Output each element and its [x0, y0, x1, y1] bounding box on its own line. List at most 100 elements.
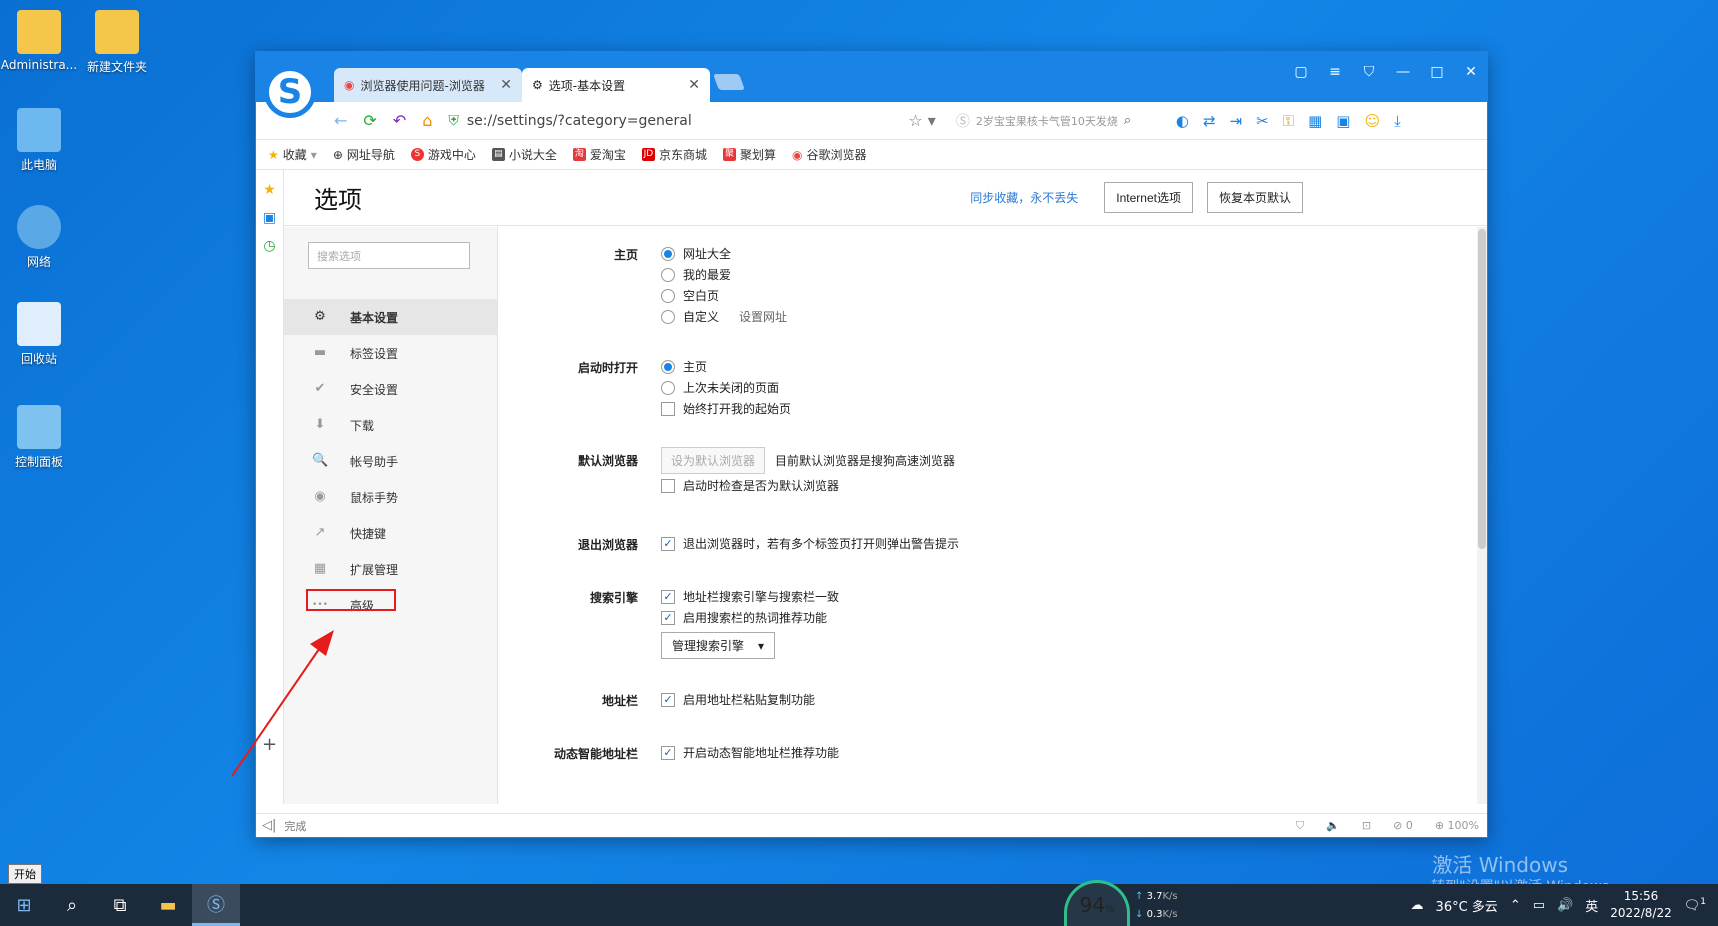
bookmark-nav[interactable]: ⊕ 网址导航 [333, 146, 395, 163]
radio-startup-home[interactable]: 主页 [661, 356, 791, 377]
radio-control[interactable] [661, 246, 675, 261]
search-icon[interactable]: ⌕ [1124, 113, 1131, 128]
checkbox[interactable]: ✓ [661, 610, 675, 625]
radio-control[interactable] [661, 267, 675, 282]
undo-icon[interactable]: ↶ [393, 111, 406, 130]
nav-shortcuts[interactable]: ↗ 快捷键 [284, 515, 497, 551]
radio-control[interactable] [661, 380, 675, 395]
minimize-icon[interactable]: — [1393, 64, 1413, 80]
checkbox[interactable]: ✓ [661, 745, 675, 760]
maximize-icon[interactable]: □ [1427, 64, 1447, 80]
screenshot-icon[interactable]: ✂ [1256, 112, 1269, 130]
bookmark-chrome[interactable]: ◉ 谷歌浏览器 [792, 146, 867, 163]
nav-account-helper[interactable]: 🔍 帐号助手 [284, 443, 497, 479]
check-exit-warning[interactable]: ✓ 退出浏览器时，若有多个标签页打开则弹出警告提示 [661, 533, 959, 554]
bookmark-juhuasuan[interactable]: 聚聚划算 [722, 146, 776, 163]
bookmark-taobao[interactable]: 淘爱淘宝 [572, 146, 626, 163]
checkbox[interactable]: ✓ [661, 536, 675, 551]
zoom-control[interactable]: ⊕ 100% [1435, 819, 1479, 833]
manage-search-engine-dropdown[interactable]: 管理搜索引擎 ▾ [661, 632, 776, 659]
notification-icon[interactable]: 🗨1 [1684, 897, 1706, 913]
nav-download[interactable]: ⬇ 下载 [284, 407, 497, 443]
bookmark-games[interactable]: S 游戏中心 [410, 146, 476, 163]
mute-icon[interactable]: 🔈 [1326, 819, 1340, 833]
close-tab-icon[interactable]: ✕ [500, 77, 512, 93]
desktop-icon-recycle-bin[interactable]: 回收站 [0, 302, 84, 367]
nav-tab-settings[interactable]: ▬ 标签设置 [284, 335, 497, 371]
windows-start-icon[interactable]: ⊞ [0, 884, 48, 926]
nav-mouse-gesture[interactable]: ◉ 鼠标手势 [284, 479, 497, 515]
search-icon[interactable]: ⌕ [48, 884, 96, 926]
internet-options-button[interactable]: Internet选项 [1104, 182, 1193, 213]
adblock-badge[interactable]: ⊘ 0 [1393, 819, 1413, 833]
volume-icon[interactable]: 🔊 [1557, 898, 1573, 913]
restore-defaults-button[interactable]: 恢复本页默认 [1206, 182, 1303, 213]
tab-count-icon[interactable]: ▢ [1291, 64, 1311, 80]
desktop-icon-this-pc[interactable]: 此电脑 [0, 108, 84, 173]
notes-icon[interactable]: ▣ [256, 210, 283, 226]
extension-icon[interactable]: ◐ [1176, 112, 1189, 130]
check-hot-words[interactable]: ✓ 启用搜索栏的热词推荐功能 [661, 607, 839, 628]
sync-link[interactable]: 同步收藏，永不丢失 [970, 189, 1078, 206]
bookmark-novels[interactable]: ▤ 小说大全 [491, 146, 557, 163]
check-always-start[interactable]: 始终打开我的起始页 [661, 398, 791, 419]
close-tab-icon[interactable]: ✕ [688, 77, 700, 93]
radio-homepage-blank[interactable]: 空白页 [661, 285, 787, 306]
close-icon[interactable]: ✕ [1461, 64, 1481, 80]
checkbox[interactable]: ✓ [661, 589, 675, 604]
checkbox[interactable] [661, 478, 675, 493]
skin-icon[interactable]: ⛉ [1359, 64, 1379, 80]
desktop-icon-new-folder[interactable]: 新建文件夹 [72, 10, 162, 75]
login-icon[interactable]: ⇥ [1230, 112, 1243, 130]
check-paste-copy[interactable]: ✓ 启用地址栏粘贴复制功能 [661, 689, 815, 710]
tab-help[interactable]: ◉ 浏览器使用问题-浏览器 ✕ [334, 68, 522, 102]
file-explorer-icon[interactable]: ▬ [144, 884, 192, 926]
reload-icon[interactable]: ⟳ [363, 111, 376, 130]
sogou-browser-taskbar-icon[interactable]: Ⓢ [192, 884, 240, 926]
check-default-on-start[interactable]: 启动时检查是否为默认浏览器 [661, 475, 955, 496]
tray-expand-icon[interactable]: ⌃ [1510, 898, 1521, 913]
bookmark-jd[interactable]: JD 京东商城 [641, 146, 707, 163]
search-options-input[interactable]: 搜索选项 [308, 242, 470, 269]
set-default-button[interactable]: 设为默认浏览器 [661, 446, 766, 474]
window-icon[interactable]: ▣ [1336, 112, 1350, 130]
download-icon[interactable]: ⤓ [1394, 112, 1401, 130]
security-shield-icon[interactable]: ⛉ [1296, 819, 1304, 833]
history-clock-icon[interactable]: ◷ [256, 238, 283, 254]
radio-homepage-all[interactable]: 网址大全 [661, 243, 787, 264]
new-tab-button[interactable] [713, 74, 745, 90]
checkbox[interactable] [661, 401, 675, 416]
nav-advanced[interactable]: ••• 高级 [284, 587, 497, 623]
sogou-logo-icon[interactable]: S [264, 66, 316, 118]
radio-control[interactable] [661, 309, 675, 324]
nav-extensions[interactable]: ▦ 扩展管理 [284, 551, 497, 587]
task-view-icon[interactable]: ⧉ [96, 884, 144, 926]
bookmark-star-icon[interactable]: ☆ ▾ [908, 111, 935, 130]
emoji-icon[interactable]: ☺ [1364, 112, 1380, 130]
radio-homepage-fav[interactable]: 我的最爱 [661, 264, 787, 285]
desktop-icon-network[interactable]: 网络 [0, 205, 84, 270]
nav-security[interactable]: ✔ 安全设置 [284, 371, 497, 407]
set-url-link[interactable]: 设置网址 [739, 308, 787, 325]
network-tray-icon[interactable]: ▭ [1533, 898, 1545, 913]
check-search-sync[interactable]: ✓ 地址栏搜索引擎与搜索栏一致 [661, 586, 839, 607]
scrollbar-thumb[interactable] [1478, 229, 1486, 549]
key-icon[interactable]: ⚿ [1283, 112, 1294, 130]
check-smart-addr[interactable]: ✓ 开启动态智能地址栏推荐功能 [661, 742, 839, 763]
home-icon[interactable]: ⌂ [422, 111, 432, 130]
ime-indicator[interactable]: 英 [1585, 896, 1598, 915]
scrollbar[interactable] [1477, 227, 1487, 804]
tab-options[interactable]: ⚙ 选项-基本设置 ✕ [522, 68, 710, 102]
weather-text[interactable]: 36°C 多云 [1436, 896, 1498, 915]
back-icon[interactable]: ← [334, 111, 347, 130]
radio-control[interactable] [661, 359, 675, 374]
desktop-icon-control-panel[interactable]: 控制面板 [0, 405, 84, 470]
nav-basic-settings[interactable]: ⚙ 基本设置 [284, 299, 497, 335]
menu-icon[interactable]: ≡ [1325, 64, 1345, 80]
address-bar[interactable]: ⛨ se://settings/?category=general [448, 113, 908, 129]
clock[interactable]: 15:56 2022/8/22 [1610, 888, 1672, 922]
radio-control[interactable] [661, 288, 675, 303]
radio-startup-restore[interactable]: 上次未关闭的页面 [661, 377, 791, 398]
checkbox[interactable]: ✓ [661, 692, 675, 707]
bookmark-favorites[interactable]: ★ 收藏 ▾ [268, 146, 317, 163]
